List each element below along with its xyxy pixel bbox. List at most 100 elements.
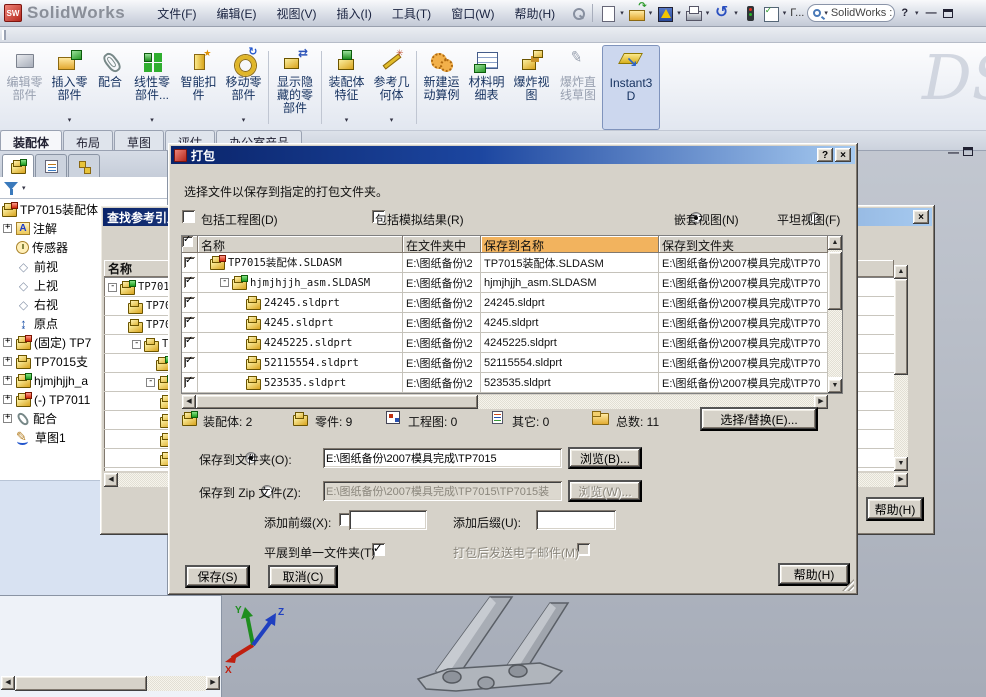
linear-component-pattern-button[interactable]: 线性零部件... ▾ [128,45,176,130]
save-button[interactable] [656,5,674,22]
scroll-up-button[interactable]: ▲ [894,265,908,279]
new-document-button[interactable] [599,5,616,22]
instant3d-button[interactable]: Instant3D [602,45,660,130]
expand-icon[interactable] [3,414,12,423]
tab-assembly[interactable]: 装配体 [0,130,63,150]
table-row[interactable]: 4245.sldprt E:\图纸备份\2 4245.sldprt E:\图纸备… [182,313,842,333]
scroll-left-button[interactable]: ◀ [182,395,196,409]
nested-view-label[interactable]: 嵌套视图(N) [674,211,739,228]
scrollbar-thumb[interactable] [894,279,908,375]
save-folder-input[interactable]: E:\图纸备份\2007模具完成\TP7015 [323,448,562,468]
dialog-close-button[interactable]: × [835,148,851,162]
scrollbar-thumb[interactable] [196,395,478,409]
assembly-features-button[interactable]: 装配体特征 ▾ [324,45,369,130]
new-motion-study-button[interactable]: 新建运动算例 [419,45,464,130]
collapse-icon[interactable] [108,282,117,292]
row-checkbox[interactable] [184,335,195,348]
tab-layout[interactable]: 布局 [63,130,114,150]
column-header-save-name[interactable]: 保存到名称 [481,236,659,253]
row-checkbox[interactable] [184,375,195,388]
scroll-right-button[interactable]: ▶ [894,473,908,487]
dialog-titlebar[interactable]: 打包 ? × [171,146,855,164]
dialog-help-button[interactable]: ? [817,148,833,162]
propertymanager-tab[interactable] [35,154,67,177]
select-all-checkbox[interactable] [182,236,193,247]
scroll-left-button[interactable]: ◀ [104,473,118,487]
chevron-down-icon[interactable]: ▾ [733,9,739,17]
chevron-down-icon[interactable]: ▾ [150,114,154,127]
exploded-view-button[interactable]: 爆炸视图 [509,45,554,130]
table-row[interactable]: TP7015装配体.SLDASM E:\图纸备份\2 TP7015装配体.SLD… [182,253,842,273]
chevron-down-icon[interactable]: ▾ [782,9,788,17]
filter-icon[interactable] [4,181,18,195]
undo-button[interactable]: ↺ [713,4,730,22]
scroll-down-button[interactable]: ▼ [828,379,842,393]
column-header-in-folder[interactable]: 在文件夹中 [403,236,481,253]
expand-icon[interactable] [3,395,12,404]
model-3d[interactable] [390,595,590,697]
add-prefix-label[interactable]: 添加前缀(X): [264,514,331,531]
reference-geometry-button[interactable]: 参考几何体 ▾ [369,45,414,130]
suffix-input[interactable] [536,510,616,530]
chevron-down-icon[interactable]: ▾ [390,114,394,127]
menu-item-file[interactable]: 文件(F) [147,0,206,27]
scrollbar-thumb[interactable] [15,676,147,691]
options-list-button[interactable] [762,5,779,22]
save-to-zip-label[interactable]: 保存到 Zip 文件(Z): [199,484,301,501]
chevron-down-icon[interactable]: ▾ [823,9,829,17]
menu-item-edit[interactable]: 编辑(E) [207,0,267,27]
table-row[interactable]: 523535.sldprt E:\图纸备份\2 523535.sldprt E:… [182,373,842,393]
row-checkbox[interactable] [184,275,195,288]
show-hidden-components-button[interactable]: 显示隐藏的零部件 [271,45,319,130]
table-row[interactable]: 24245.sldprt E:\图纸备份\2 24245.sldprt E:\图… [182,293,842,313]
include-simulation-label[interactable]: 包括模拟结果(R) [375,211,464,228]
row-checkbox[interactable] [184,315,195,328]
table-row[interactable]: 52115554.sldprt E:\图纸备份\2 52115554.sldpr… [182,353,842,373]
scroll-right-button[interactable]: ▶ [206,676,220,690]
column-header-name[interactable]: 名称 [198,236,403,253]
search-box[interactable]: ▾ SolidWorks : [807,4,896,22]
findrefs-vertical-scrollbar[interactable]: ▲ ▼ [894,265,908,471]
chevron-down-icon[interactable]: ▾ [345,114,349,127]
save-dialog-button[interactable]: 保存(S) [185,565,250,588]
findrefs-help-button[interactable]: 帮助(H) [866,497,924,521]
document-restore-button[interactable] [963,147,973,156]
browse-folder-button[interactable]: 浏览(B)... [568,447,642,469]
flatten-label[interactable]: 平展到单一文件夹(T) [264,544,375,561]
chevron-down-icon[interactable]: ▾ [68,114,72,127]
select-replace-button[interactable]: 选择/替换(E)... [700,407,818,431]
print-button[interactable] [685,5,702,22]
tab-sketch[interactable]: 草图 [114,130,165,150]
menu-item-insert[interactable]: 插入(I) [327,0,382,27]
menu-item-tools[interactable]: 工具(T) [382,0,441,27]
scroll-left-button[interactable]: ◀ [1,676,15,690]
add-suffix-label[interactable]: 添加后缀(U): [453,514,521,531]
pin-icon[interactable] [569,5,586,22]
save-to-folder-label[interactable]: 保存到文件夹(O): [199,451,292,468]
expand-icon[interactable] [3,376,12,385]
table-vertical-scrollbar[interactable]: ▲ ▼ [828,236,842,393]
chevron-down-icon[interactable]: ▾ [21,184,27,192]
row-checkbox[interactable] [184,355,195,368]
search-value[interactable]: SolidWorks : [831,7,893,19]
expand-icon[interactable] [3,357,12,366]
scroll-down-button[interactable]: ▼ [894,457,908,471]
include-drawings-checkbox[interactable] [182,210,195,223]
minimize-button[interactable]: — [923,7,940,19]
smart-fasteners-button[interactable]: 智能扣件 [176,45,221,130]
flat-view-label[interactable]: 平坦视图(F) [777,211,840,228]
cancel-button[interactable]: 取消(C) [268,565,338,588]
scroll-up-button[interactable]: ▲ [828,236,842,250]
move-component-button[interactable]: 移动零部件 ▾ [221,45,266,130]
chevron-down-icon[interactable]: ▾ [242,114,246,127]
open-button[interactable] [628,1,647,22]
chevron-down-icon[interactable]: ▾ [619,9,625,17]
help-button[interactable]: 帮助(H) [778,563,850,586]
chevron-down-icon[interactable]: ▾ [676,9,682,17]
app-help-button[interactable]: ? [898,7,911,19]
toolbar-grip[interactable] [2,30,6,40]
collapse-icon[interactable] [132,339,141,349]
stoplight-icon[interactable] [742,5,759,22]
scrollbar-thumb[interactable] [828,252,842,310]
mate-button[interactable]: 配合 [92,45,128,130]
